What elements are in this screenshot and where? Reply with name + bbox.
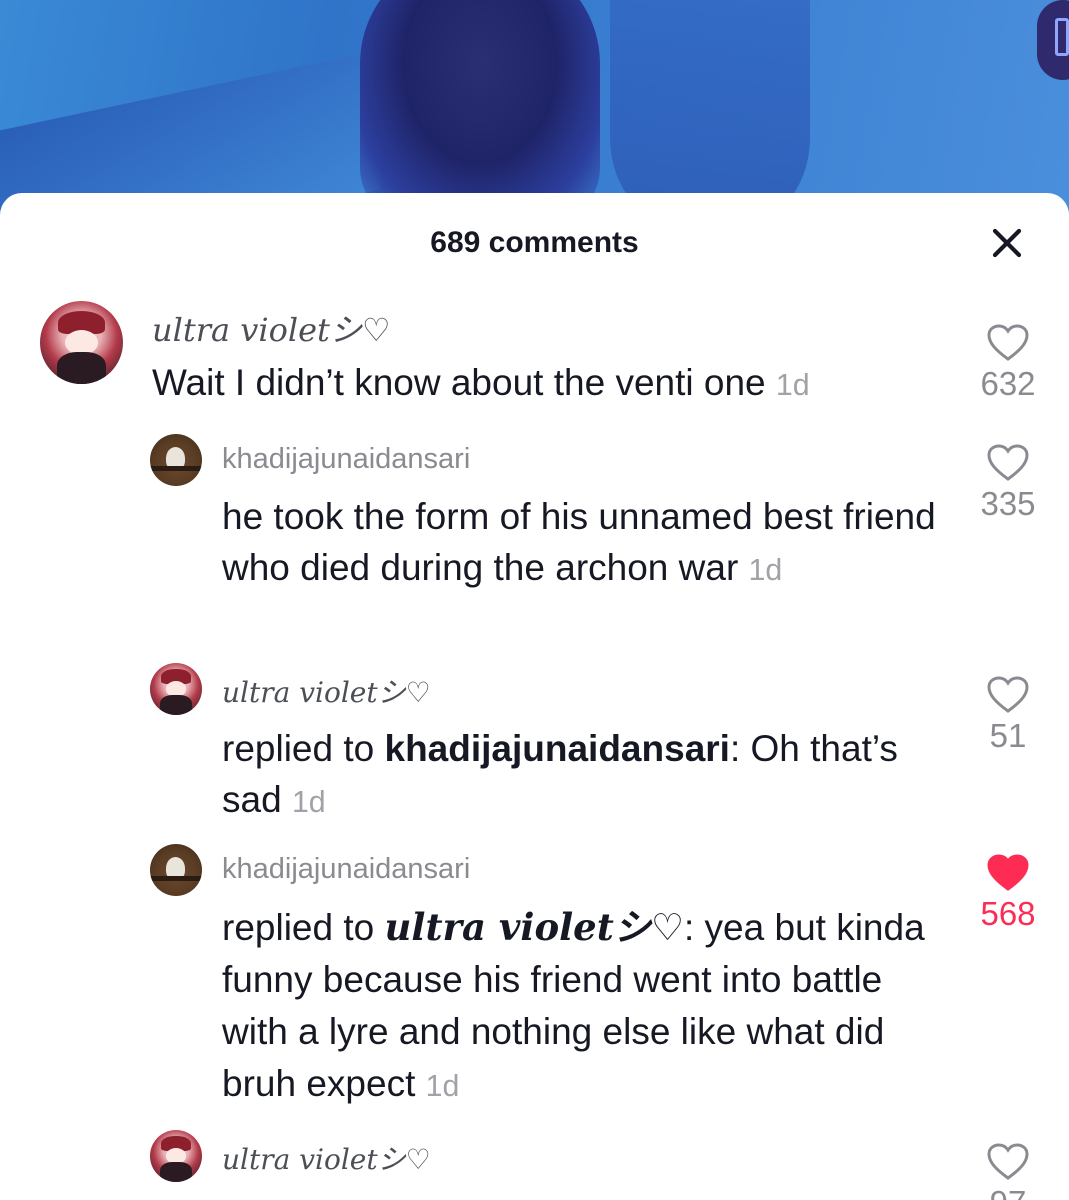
like-button[interactable]: 97 (968, 1142, 1048, 1200)
comment-item: ultra violetシ♡ Wait I didn’t know about … (0, 297, 1069, 417)
video-corner-button[interactable] (1037, 0, 1069, 80)
avatar[interactable] (150, 844, 202, 896)
reply-item: khadijajunaidansari he took the form of … (0, 431, 1069, 651)
reply-item: khadijajunaidansari replied to ultra vio… (0, 841, 1069, 1121)
comment-username[interactable]: ultra violetシ♡ (222, 671, 431, 711)
reply-item: ultra violetシ♡ replied to khadijajunaida… (0, 663, 1069, 823)
comments-header: 689 comments (0, 193, 1069, 297)
comment-text: replied to khadijajunaidansari: Oh that’… (222, 728, 898, 820)
heart-icon (987, 444, 1029, 481)
like-count: 632 (980, 365, 1036, 402)
like-button[interactable]: 51 (968, 675, 1048, 755)
comment-text: Wait I didn’t know about the venti one 1… (152, 362, 810, 403)
close-icon[interactable] (987, 223, 1027, 263)
reply-item: ultra violetシ♡ 97 (0, 1130, 1069, 1200)
heart-filled-icon (987, 854, 1029, 891)
comment-timestamp: 1d (748, 554, 783, 587)
reply-mention[interactable]: ultra violetシ♡ (385, 905, 685, 949)
video-figure (360, 0, 600, 220)
like-button[interactable]: 568 (968, 853, 1048, 933)
like-count: 97 (968, 1184, 1048, 1200)
like-button[interactable]: 335 (968, 443, 1048, 523)
comment-timestamp: 1d (425, 1070, 460, 1103)
comments-count-title: 689 comments (430, 226, 639, 259)
comment-username[interactable]: ultra violetシ♡ (222, 1138, 431, 1178)
heart-icon (987, 1143, 1029, 1180)
comment-text: replied to ultra violetシ♡: yea but kinda… (222, 905, 925, 1104)
avatar[interactable] (150, 1130, 202, 1182)
reply-mention[interactable]: khadijajunaidansari (385, 728, 730, 769)
like-button[interactable]: 632 (968, 323, 1048, 403)
avatar[interactable] (150, 663, 202, 715)
like-count: 335 (980, 485, 1036, 522)
comment-username[interactable]: khadijajunaidansari (222, 853, 470, 886)
like-count: 51 (989, 717, 1027, 754)
heart-icon (987, 324, 1029, 361)
avatar[interactable] (40, 301, 123, 384)
comments-sheet: 689 comments ultra violetシ♡ Wait I didn’… (0, 193, 1069, 1200)
comment-username[interactable]: ultra violetシ♡ (152, 305, 391, 351)
comment-text: he took the form of his unnamed best fri… (222, 496, 936, 588)
like-count: 568 (980, 895, 1036, 932)
heart-icon (987, 676, 1029, 713)
avatar[interactable] (150, 434, 202, 486)
comment-timestamp: 1d (291, 786, 326, 819)
comment-timestamp: 1d (775, 369, 810, 402)
comment-username[interactable]: khadijajunaidansari (222, 443, 470, 476)
corner-icon (1055, 18, 1069, 56)
